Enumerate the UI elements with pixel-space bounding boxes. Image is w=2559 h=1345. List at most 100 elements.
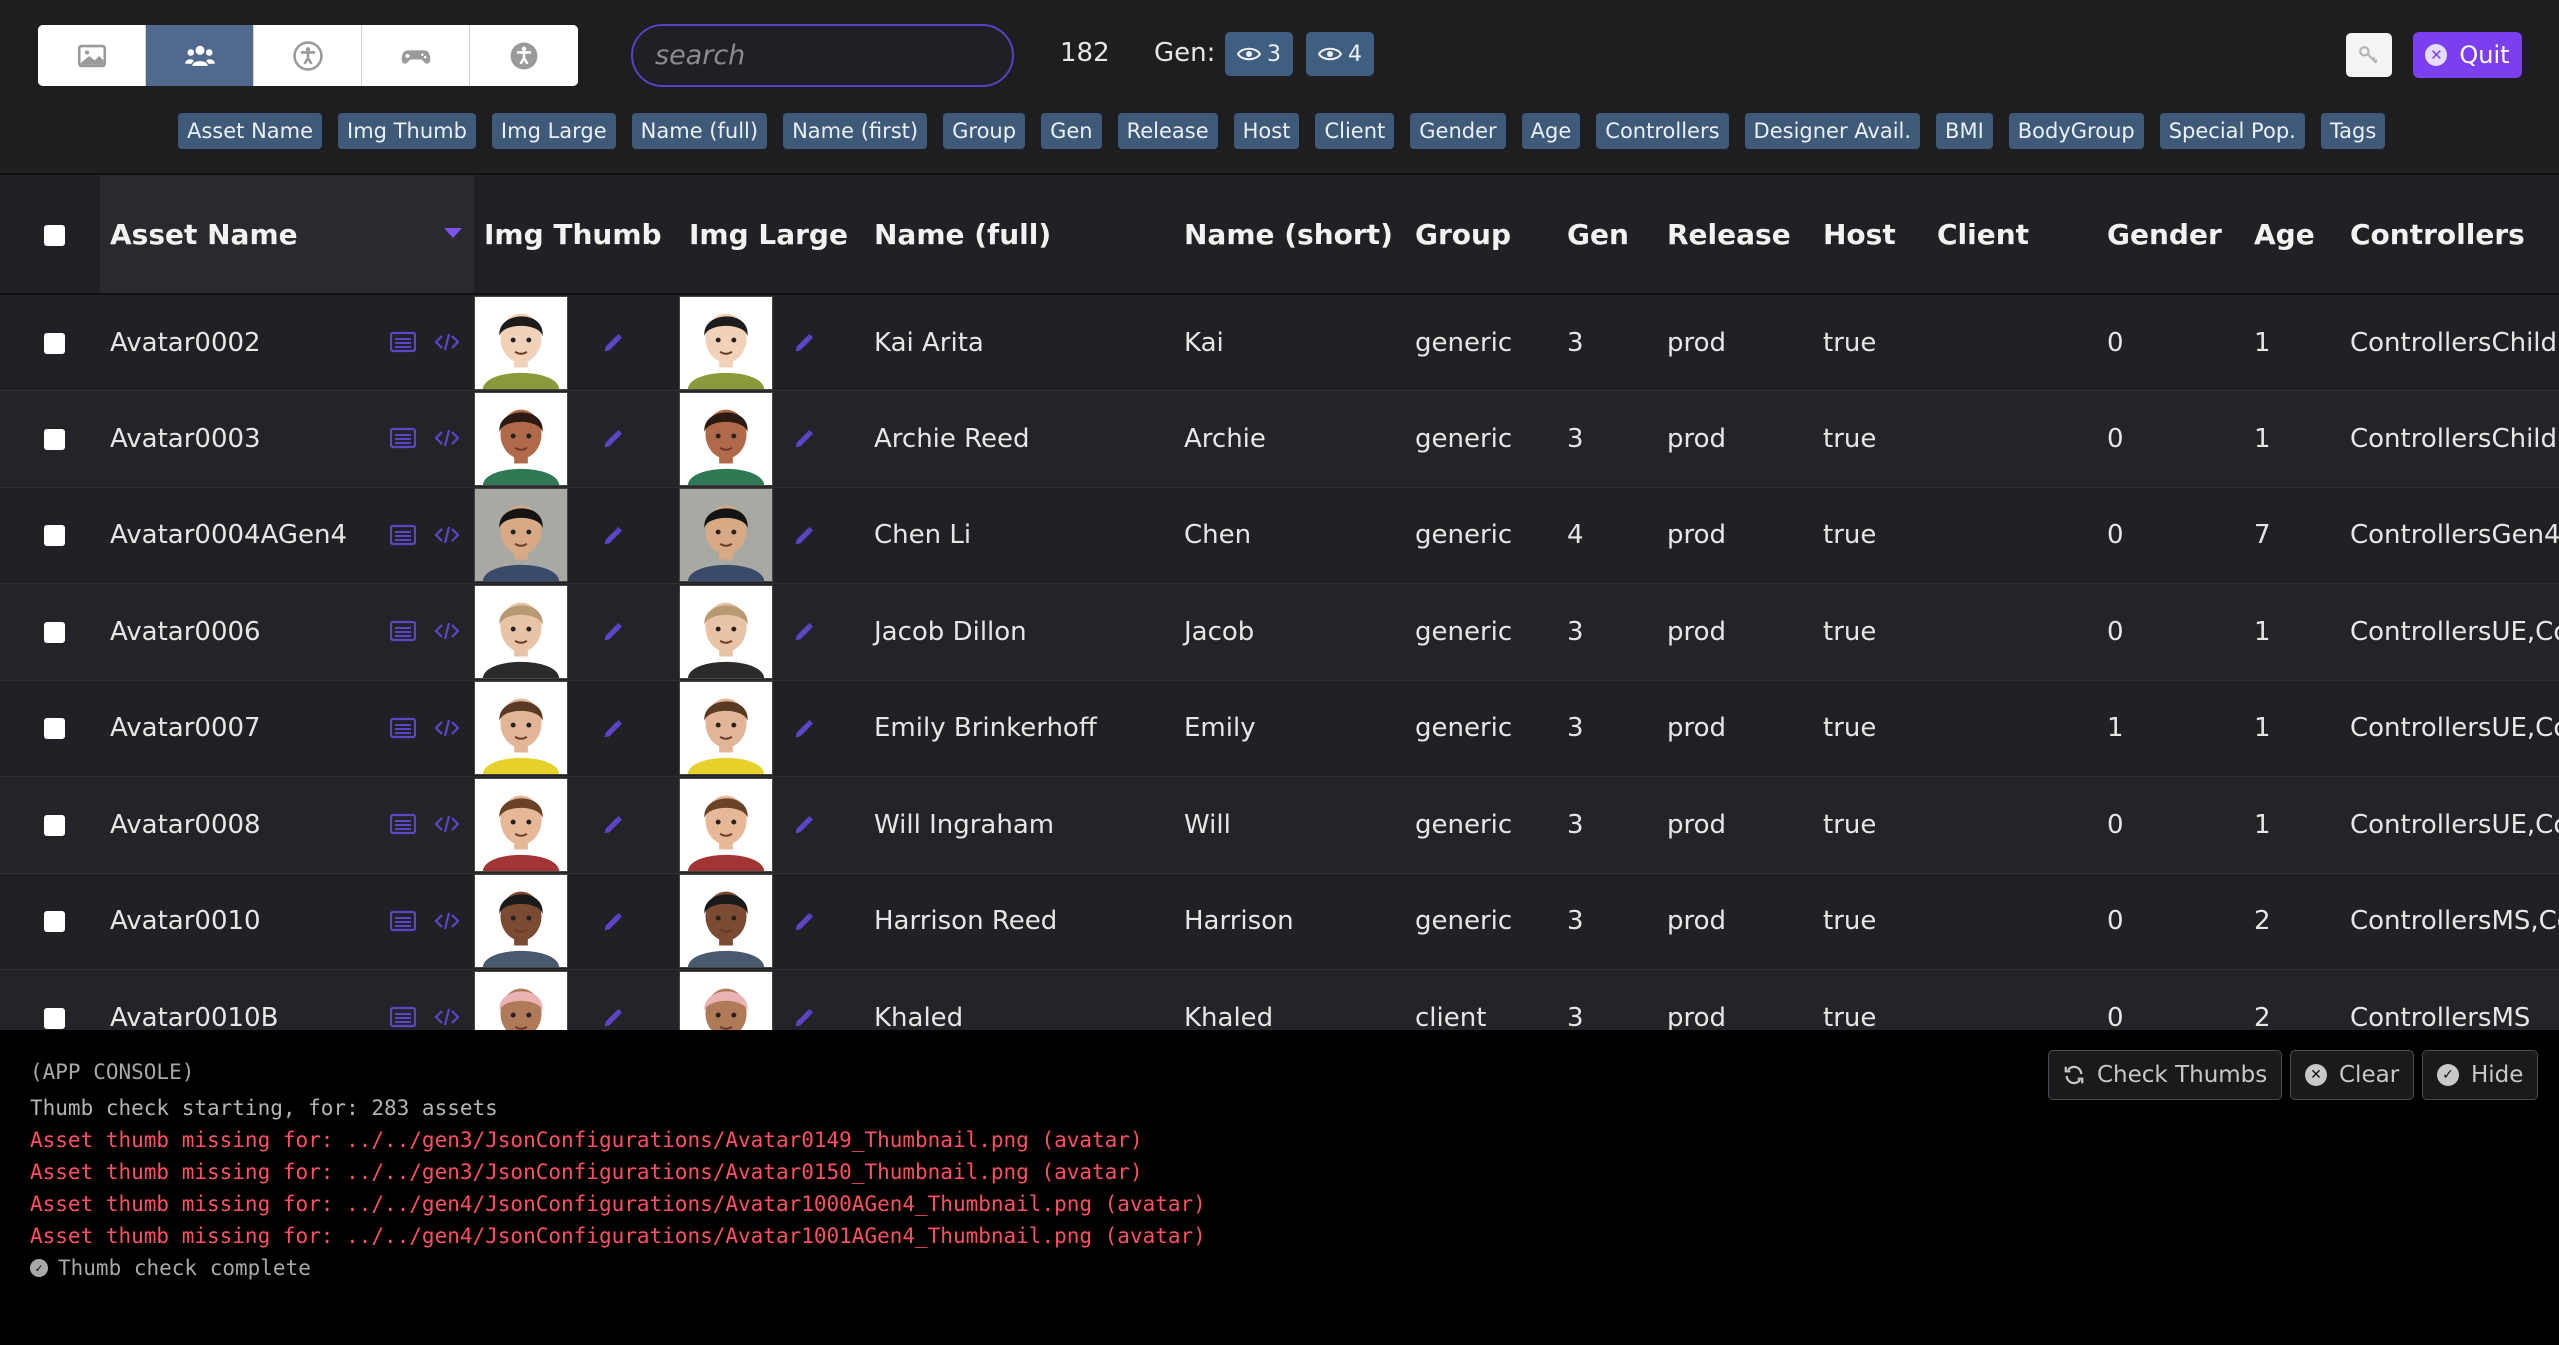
edit-icon[interactable] — [602, 718, 624, 740]
column-tag[interactable]: Name (first) — [783, 113, 928, 149]
table-row[interactable]: Avatar0010 Harrison Reed Harrison generic 3 p… — [0, 873, 2559, 970]
edit-icon[interactable] — [793, 525, 815, 547]
sort-desc-icon[interactable] — [444, 228, 462, 238]
row-checkbox[interactable] — [44, 525, 65, 547]
table-row[interactable]: Avatar0010B Khaled Khaled client 3 prod true 0 2… — [0, 969, 2559, 1030]
table-row[interactable]: Avatar0007 Emily Brinkerhoff Emily generic 3… — [0, 680, 2559, 777]
header-gen[interactable]: Gen — [1557, 175, 1657, 295]
edit-icon[interactable] — [602, 621, 624, 643]
column-tag[interactable]: Asset Name — [178, 113, 323, 149]
view-images-button[interactable] — [38, 25, 146, 86]
column-tag[interactable]: Tags — [2320, 113, 2386, 149]
asset-name-cell: Avatar0010 — [100, 873, 474, 970]
edit-icon[interactable] — [602, 525, 624, 547]
edit-icon[interactable] — [793, 1007, 815, 1029]
edit-icon[interactable] — [602, 911, 624, 933]
row-checkbox[interactable] — [44, 428, 65, 450]
table-row[interactable]: Avatar0004AGen4 Chen Li Chen generic 4 prod tr… — [0, 487, 2559, 584]
code-icon[interactable] — [434, 427, 460, 449]
column-tag[interactable]: Img Thumb — [338, 113, 476, 149]
row-checkbox[interactable] — [44, 911, 65, 933]
header-img-large[interactable]: Img Large — [679, 175, 864, 295]
details-icon[interactable] — [390, 910, 416, 932]
code-icon[interactable] — [434, 331, 460, 353]
edit-icon[interactable] — [602, 814, 624, 836]
column-tag[interactable]: Age — [1521, 113, 1581, 149]
column-tag[interactable]: Designer Avail. — [1744, 113, 1921, 149]
code-icon[interactable] — [434, 1006, 460, 1028]
edit-icon[interactable] — [602, 1007, 624, 1029]
view-accessibility-button[interactable] — [254, 25, 362, 86]
table-row[interactable]: Avatar0003 Archie Reed Archie generic 3 prod t… — [0, 390, 2559, 488]
select-all-checkbox[interactable] — [44, 225, 65, 246]
gender-cell: 1 — [2097, 680, 2244, 777]
gen-3-toggle[interactable]: 3 — [1225, 32, 1293, 76]
details-icon[interactable] — [390, 524, 416, 546]
column-tag[interactable]: Gen — [1041, 113, 1102, 149]
header-img-thumb[interactable]: Img Thumb — [474, 175, 679, 295]
edit-icon[interactable] — [602, 428, 624, 450]
table-row[interactable]: Avatar0006 Jacob Dillon Jacob generic 3 prod t… — [0, 583, 2559, 681]
row-checkbox[interactable] — [44, 718, 65, 740]
header-asset-name[interactable]: Asset Name — [100, 175, 474, 295]
clear-button[interactable]: ✕ Clear — [2290, 1050, 2415, 1100]
row-checkbox[interactable] — [44, 621, 65, 643]
column-tag[interactable]: Host — [1233, 113, 1300, 149]
edit-icon[interactable] — [793, 621, 815, 643]
details-icon[interactable] — [390, 717, 416, 739]
header-gender[interactable]: Gender — [2097, 175, 2244, 295]
code-icon[interactable] — [434, 620, 460, 642]
column-tag[interactable]: Img Large — [491, 113, 616, 149]
code-icon[interactable] — [434, 717, 460, 739]
table-row[interactable]: Avatar0002 Kai Arita Kai generic 3 prod true 0 1… — [0, 294, 2559, 391]
key-button[interactable] — [2346, 33, 2392, 77]
row-checkbox[interactable] — [44, 332, 65, 354]
header-name-full[interactable]: Name (full) — [864, 175, 1174, 295]
header-host[interactable]: Host — [1813, 175, 1927, 295]
edit-icon[interactable] — [793, 814, 815, 836]
code-icon[interactable] — [434, 524, 460, 546]
header-name-short[interactable]: Name (short) — [1174, 175, 1405, 295]
header-controllers[interactable]: Controllers — [2340, 175, 2559, 295]
hide-button[interactable]: ✓ Hide — [2422, 1050, 2539, 1100]
column-tag[interactable]: Client — [1315, 113, 1395, 149]
edit-icon[interactable] — [602, 332, 624, 354]
header-label: Gen — [1567, 217, 1629, 251]
avatar-large-image — [679, 874, 773, 969]
quit-button[interactable]: ✕ Quit — [2413, 32, 2522, 78]
gen-4-toggle[interactable]: 4 — [1306, 32, 1374, 76]
view-controllers-button[interactable] — [362, 25, 470, 86]
code-icon[interactable] — [434, 910, 460, 932]
row-checkbox[interactable] — [44, 1007, 65, 1029]
header-client[interactable]: Client — [1927, 175, 2097, 295]
edit-icon[interactable] — [793, 718, 815, 740]
header-release[interactable]: Release — [1657, 175, 1813, 295]
column-tag[interactable]: Name (full) — [631, 113, 768, 149]
edit-icon[interactable] — [793, 911, 815, 933]
row-select-cell — [0, 294, 100, 391]
column-tag[interactable]: Special Pop. — [2159, 113, 2305, 149]
column-tag[interactable]: Controllers — [1596, 113, 1729, 149]
details-icon[interactable] — [390, 1006, 416, 1028]
column-tag[interactable]: Group — [943, 113, 1026, 149]
column-tag[interactable]: Gender — [1410, 113, 1506, 149]
details-icon[interactable] — [390, 331, 416, 353]
host-cell: true — [1813, 873, 1927, 970]
details-icon[interactable] — [390, 427, 416, 449]
edit-icon[interactable] — [793, 428, 815, 450]
code-icon[interactable] — [434, 813, 460, 835]
view-special-button[interactable] — [470, 25, 578, 86]
check-thumbs-button[interactable]: Check Thumbs — [2048, 1050, 2283, 1100]
edit-icon[interactable] — [793, 332, 815, 354]
header-group[interactable]: Group — [1405, 175, 1557, 295]
details-icon[interactable] — [390, 620, 416, 642]
row-checkbox[interactable] — [44, 814, 65, 836]
table-row[interactable]: Avatar0008 Will Ingraham Will generic 3 prod t… — [0, 776, 2559, 874]
column-tag[interactable]: BodyGroup — [2008, 113, 2144, 149]
header-age[interactable]: Age — [2244, 175, 2340, 295]
search-input[interactable] — [631, 24, 1014, 87]
column-tag[interactable]: Release — [1117, 113, 1218, 149]
column-tag[interactable]: BMI — [1936, 113, 1993, 149]
details-icon[interactable] — [390, 813, 416, 835]
view-avatars-button[interactable] — [146, 25, 254, 86]
